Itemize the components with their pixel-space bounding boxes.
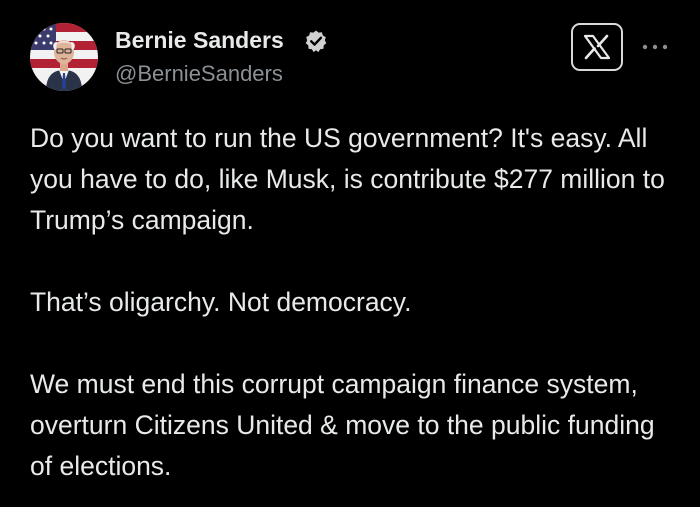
avatar[interactable] <box>30 23 98 91</box>
verified-badge-icon <box>305 30 327 53</box>
tweet-text: Do you want to run the US government? It… <box>30 118 680 487</box>
tweet-card: Bernie Sanders @BernieSanders Do you wan… <box>0 0 700 507</box>
more-options-button[interactable] <box>638 38 672 56</box>
author-name[interactable]: Bernie Sanders <box>115 26 284 54</box>
tweet-paragraph: That’s oligarchy. Not democracy. <box>30 287 412 317</box>
more-horizontal-icon <box>642 44 668 50</box>
tweet-paragraph: We must end this corrupt campaign financ… <box>30 369 655 481</box>
tweet-paragraph: Do you want to run the US government? It… <box>30 123 665 235</box>
x-logo-button[interactable] <box>571 23 623 71</box>
author-handle[interactable]: @BernieSanders <box>115 60 283 88</box>
avatar-image <box>30 23 98 91</box>
x-logo-icon <box>583 34 611 60</box>
